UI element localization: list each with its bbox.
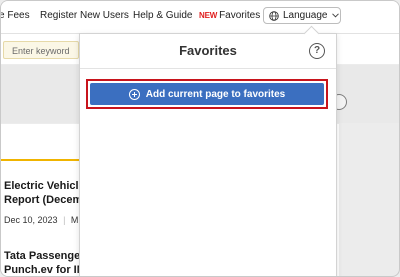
article-title-continued[interactable]: Report (Decem [4,193,82,208]
section-divider [1,159,91,161]
article-source: M [70,215,79,225]
favorites-popup: Favorites ? Add current page to favorite… [79,25,337,276]
add-current-page-to-favorites-button[interactable]: Add current page to favorites [90,83,324,105]
popup-header: Favorites ? [80,34,336,69]
plus-circle-icon [128,88,140,100]
nav-link-fees[interactable]: e Fees [1,10,30,21]
article-title-continued[interactable]: Punch.ev for IN [4,263,85,276]
article-meta: Dec 10, 2023 | M [4,215,78,225]
popup-title: Favorites [179,43,237,58]
help-icon[interactable]: ? [309,43,325,59]
nav-link-register-new-users[interactable]: Register New Users [40,10,129,21]
globe-icon [269,10,279,21]
add-button-label: Add current page to favorites [145,88,286,100]
new-badge: NEW [199,11,218,20]
article-title[interactable]: Electric Vehicle [4,179,85,194]
nav-link-favorites[interactable]: NEW Favorites [199,10,260,21]
add-button-highlight: Add current page to favorites [86,79,328,109]
chevron-down-icon [331,13,339,18]
language-label: Language [283,10,328,21]
nav-link-help-guide[interactable]: Help & Guide [133,10,192,21]
search-input[interactable]: Enter keyword [3,41,79,59]
article-title[interactable]: Tata Passenge [4,249,80,264]
app-window: e Fees Register New Users Help & Guide N… [0,0,400,277]
top-navigation-bar: e Fees Register New Users Help & Guide N… [1,1,399,34]
favorites-label: Favorites [219,10,261,21]
meta-divider: | [63,215,66,225]
language-selector[interactable]: Language [263,7,341,24]
article-date: Dec 10, 2023 [4,215,58,225]
